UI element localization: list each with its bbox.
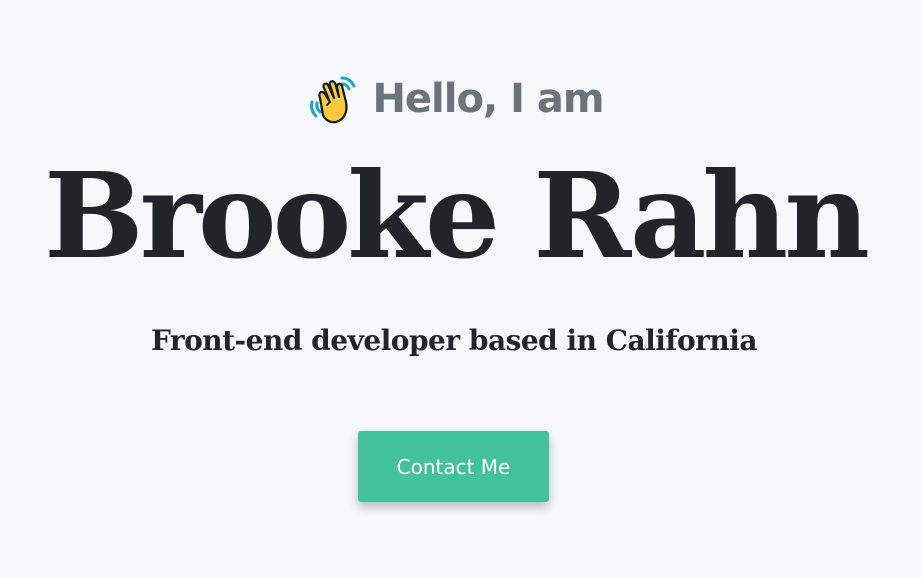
- subtitle: Front-end developer based in California: [150, 324, 758, 357]
- contact-me-button[interactable]: Contact Me: [358, 431, 549, 502]
- name-heading: Brooke Rahn: [43, 146, 870, 285]
- greeting: Hello, I am: [0, 72, 910, 126]
- hero-section: Hello, I am Brooke Rahn Front-end develo…: [0, 0, 922, 578]
- waving-hand-icon: [306, 72, 360, 126]
- greeting-text: Hello, I am: [372, 76, 604, 122]
